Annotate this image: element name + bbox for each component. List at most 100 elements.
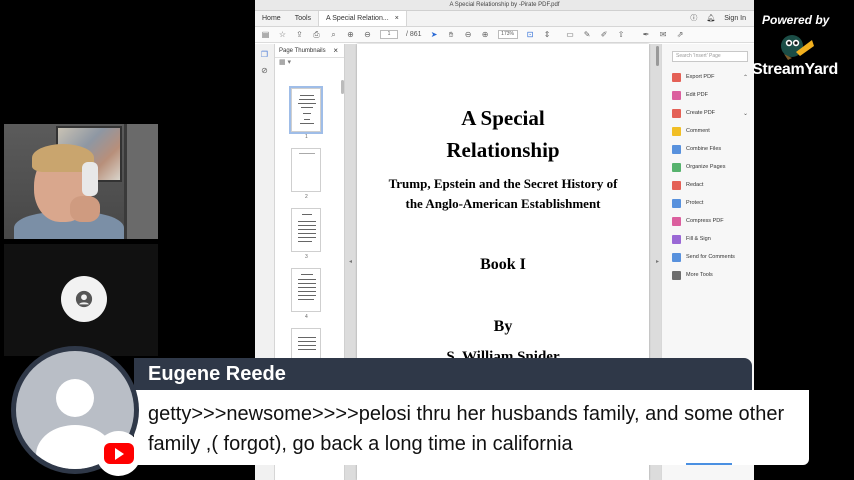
tool-item[interactable]: Fill & Sign [662, 230, 754, 248]
progress-accent [686, 463, 732, 465]
email-icon[interactable]: ✉ [659, 30, 668, 39]
zoom-in-icon[interactable]: ⊕ [481, 30, 490, 39]
zoom-select[interactable]: 173% [497, 30, 518, 39]
tool-item[interactable]: Redact [662, 176, 754, 194]
thumbnail-number: 3 [305, 254, 308, 260]
tool-item[interactable]: Create PDF ⌄ [662, 104, 754, 122]
sign-in-link[interactable]: Sign In [724, 11, 746, 27]
stream-canvas: A Special Relationship by -Pirate PDF.pd… [0, 0, 854, 480]
bell-icon[interactable]: 🔔︎ [706, 11, 715, 27]
youtube-icon [96, 431, 141, 476]
comment-author-bar: Eugene Reede [134, 358, 752, 390]
fit-page-icon[interactable]: ⊡ [526, 30, 535, 39]
create-icon[interactable]: ▤ [261, 30, 270, 39]
organize-pages-icon [672, 162, 681, 172]
collapse-right-icon[interactable]: ▸ [656, 258, 659, 265]
tool-item-label: Create PDF [686, 110, 716, 116]
guest-tile [4, 244, 158, 356]
sign-icon[interactable]: ✒ [642, 30, 651, 39]
tool-item[interactable]: More Tools [662, 266, 754, 284]
thumbnail-options-icon[interactable]: ▦ ▾ [275, 58, 344, 70]
doc-subtitle: Trump, Epstein and the Secret History of… [388, 176, 618, 211]
thumbnails-close-icon[interactable]: × [333, 44, 338, 58]
tab-home[interactable]: Home [255, 11, 288, 26]
comment-icon [672, 126, 681, 136]
comment-author: Eugene Reede [148, 363, 286, 385]
more-tools-icon [672, 270, 681, 280]
upload-icon[interactable]: ⇪ [295, 30, 304, 39]
thumbnail-page-3[interactable] [291, 208, 321, 252]
scroll-mode-icon[interactable]: ⇕ [543, 30, 552, 39]
share-icon[interactable]: ⇧ [617, 30, 626, 39]
menu-bar: Home Tools A Special Relation... × ⓘ 🔔︎ … [255, 11, 754, 27]
export-pdf-icon [672, 72, 681, 82]
next-page-icon[interactable]: ⊖ [363, 30, 372, 39]
host-webcam-video [4, 124, 158, 239]
chevron-down-icon[interactable]: ⌄ [743, 110, 748, 117]
attachment-icon[interactable]: ⊘ [260, 66, 270, 76]
collapse-left-icon[interactable]: ◂ [349, 258, 352, 265]
guest-avatar-icon [61, 276, 107, 322]
tool-item[interactable]: Comment [662, 122, 754, 140]
comment-icon[interactable]: ▭ [566, 30, 575, 39]
send-comments-icon [672, 252, 681, 262]
thumbnail-number: 4 [305, 314, 308, 320]
tool-item-label: More Tools [686, 272, 713, 278]
help-icon[interactable]: ⓘ [690, 11, 697, 27]
prev-page-icon[interactable]: ⊕ [346, 30, 355, 39]
streamyard-brand: StreamYard [752, 61, 838, 78]
page-thumbnails-icon[interactable]: ❐ [260, 50, 270, 60]
pen-icon[interactable]: ✎ [583, 30, 592, 39]
page-number-input[interactable]: 1 [380, 30, 398, 39]
doc-title-line-2: Relationship [446, 138, 560, 162]
headset [82, 162, 98, 196]
thumbnail-page-4[interactable] [291, 268, 321, 312]
document-scrollbar[interactable] [656, 46, 659, 66]
hand-tool-icon[interactable]: ✋︎ [447, 30, 456, 39]
doc-title-line-1: A Special [461, 106, 545, 130]
tool-item[interactable]: Edit PDF [662, 86, 754, 104]
tools-search-input[interactable]: Search 'Insert' Page [672, 51, 748, 62]
comment-box: getty>>>newsome>>>>pelosi thru her husba… [134, 390, 809, 465]
thumbnail-page-1[interactable] [289, 86, 323, 134]
redact-icon [672, 180, 681, 190]
tool-item-label: Send for Comments [686, 254, 735, 260]
thumbnail-number: 2 [305, 194, 308, 200]
toolbar: ▤ ☆ ⇪ ⎙ ⌕ ⊕ ⊖ 1 / 861 ➤ ✋︎ ⊖ ⊕ 173% ⊡ ⇕ … [255, 27, 754, 43]
tool-item[interactable]: Organize Pages [662, 158, 754, 176]
tool-item[interactable]: Export PDF ⌃ [662, 68, 754, 86]
tab-close-icon[interactable]: × [395, 11, 399, 27]
tool-item-label: Protect [686, 200, 704, 206]
tool-item[interactable]: Send for Comments [662, 248, 754, 266]
thumbnails-title: Page Thumbnails [279, 48, 326, 54]
bookmark-star-icon[interactable]: ☆ [278, 30, 287, 39]
zoom-out-icon[interactable]: ⊖ [464, 30, 473, 39]
select-cursor-icon[interactable]: ➤ [430, 30, 439, 39]
tab-document[interactable]: A Special Relation... × [318, 11, 407, 26]
tool-item-label: Fill & Sign [686, 236, 711, 242]
thumbnail-page-2[interactable] [291, 148, 321, 192]
combine-files-icon [672, 144, 681, 154]
search-icon[interactable]: ⌕ [329, 30, 338, 39]
tool-item-label: Combine Files [686, 146, 722, 152]
highlight-icon[interactable]: ✐ [600, 30, 609, 39]
tool-item-label: Redact [686, 182, 704, 188]
tool-item-label: Organize Pages [686, 164, 726, 170]
tool-item-label: Export PDF [686, 74, 715, 80]
protect-icon [672, 198, 681, 208]
share-link-icon[interactable]: ⇗ [676, 30, 685, 39]
tab-tools[interactable]: Tools [288, 11, 318, 26]
print-icon[interactable]: ⎙ [312, 30, 321, 39]
streamyard-otter-logo-icon [781, 35, 814, 60]
tool-item-label: Compress PDF [686, 218, 724, 224]
tool-item[interactable]: Protect [662, 194, 754, 212]
window-title: A Special Relationship by -Pirate PDF.pd… [255, 0, 754, 11]
thumbnails-scrollbar[interactable] [341, 80, 344, 94]
comment-text: getty>>>newsome>>>>pelosi thru her husba… [148, 403, 785, 455]
tab-document-label: A Special Relation... [326, 14, 389, 22]
doc-book: Book I [480, 256, 526, 273]
tool-item[interactable]: Combine Files [662, 140, 754, 158]
tool-item[interactable]: Compress PDF [662, 212, 754, 230]
fill-sign-icon [672, 234, 681, 244]
chevron-up-icon[interactable]: ⌃ [743, 74, 748, 81]
